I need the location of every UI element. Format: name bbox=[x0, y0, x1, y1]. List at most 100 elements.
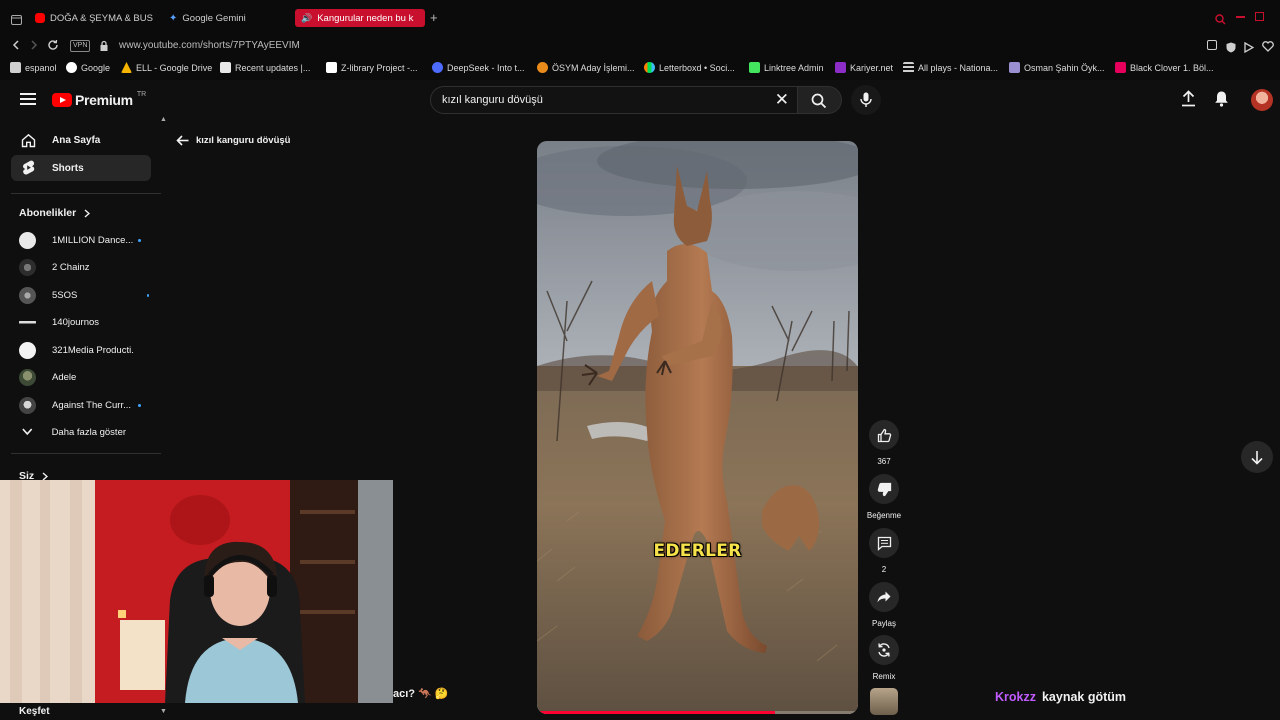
tab-google-gemini[interactable]: ✦ Google Gemini bbox=[169, 9, 279, 27]
dislike-button[interactable] bbox=[869, 474, 899, 504]
chat-text: kaynak götüm bbox=[1041, 690, 1127, 704]
sidebar-item-shorts[interactable]: Shorts bbox=[11, 155, 151, 181]
maximize-icon[interactable] bbox=[1255, 12, 1264, 21]
bookmark-kariyer[interactable]: Kariyer.net bbox=[835, 62, 893, 73]
bookmark-google-drive[interactable]: ELL - Google Drive bbox=[121, 62, 212, 73]
sidebar-item-home[interactable]: Ana Sayfa bbox=[11, 127, 151, 153]
like-count: 367 bbox=[877, 457, 891, 466]
subscriptions-label: Abonelikler bbox=[19, 207, 77, 219]
clear-search-icon[interactable]: ✕ bbox=[775, 90, 789, 110]
show-more-button[interactable]: Daha fazla göster bbox=[19, 421, 149, 443]
subscription-against-the-current[interactable]: Against The Curr... bbox=[19, 394, 149, 416]
dislike-action[interactable]: Beğenme bbox=[866, 474, 902, 520]
bookmark-label: DeepSeek - Into t... bbox=[447, 62, 525, 73]
sidebar-divider bbox=[11, 193, 161, 194]
voice-search-button[interactable] bbox=[851, 85, 881, 115]
channel-avatar bbox=[19, 286, 36, 304]
thumbs-down-icon bbox=[877, 482, 891, 496]
reload-icon[interactable] bbox=[47, 39, 59, 54]
list-icon bbox=[903, 62, 914, 73]
subscription-5sos[interactable]: 5SOS bbox=[19, 284, 149, 306]
remix-action[interactable]: Remix bbox=[866, 635, 902, 681]
bookmark-label: espanol bbox=[25, 62, 57, 73]
google-icon bbox=[66, 62, 77, 73]
chevron-down-icon bbox=[22, 428, 33, 436]
youtube-play-icon bbox=[52, 93, 72, 107]
back-to-search-link[interactable]: kızıl kanguru dövüşü bbox=[176, 135, 291, 146]
bookmark-osman-sahin[interactable]: Osman Şahin Öyk... bbox=[1009, 62, 1105, 73]
account-avatar[interactable] bbox=[1251, 89, 1273, 111]
search-tabs-icon[interactable] bbox=[1215, 12, 1226, 30]
subscription-adele[interactable]: Adele bbox=[19, 366, 149, 388]
bookmark-espanol[interactable]: espanol bbox=[10, 62, 57, 73]
lock-icon[interactable] bbox=[99, 39, 109, 57]
sound-source-thumbnail[interactable] bbox=[870, 688, 898, 715]
arrow-down-icon bbox=[1251, 450, 1263, 465]
bookmark-zlibrary[interactable]: Z-library Project -... bbox=[326, 62, 418, 73]
sidebar-item-label: Shorts bbox=[52, 162, 84, 174]
osym-icon bbox=[537, 62, 548, 73]
remix-button[interactable] bbox=[869, 635, 899, 665]
book-icon bbox=[1009, 62, 1020, 73]
like-action[interactable]: 367 bbox=[866, 420, 902, 466]
screenshot-icon[interactable] bbox=[1207, 40, 1217, 50]
notifications-icon[interactable] bbox=[1214, 90, 1229, 112]
subscription-2-chainz[interactable]: 2 Chainz bbox=[19, 256, 149, 278]
scroll-up-icon[interactable]: ▲ bbox=[160, 116, 167, 123]
heart-icon[interactable] bbox=[1262, 39, 1274, 57]
vpn-badge[interactable]: VPN bbox=[70, 40, 91, 52]
share-button[interactable] bbox=[869, 582, 899, 612]
share-icon bbox=[877, 591, 891, 603]
new-tab-button[interactable]: + bbox=[430, 10, 438, 25]
channel-avatar bbox=[19, 396, 36, 414]
sidebar-item-label: Ana Sayfa bbox=[52, 134, 101, 146]
share-action[interactable]: Paylaş bbox=[866, 582, 902, 628]
subscription-321media[interactable]: 321Media Producti... bbox=[19, 339, 149, 361]
tab-doga-seyma-buse[interactable]: DOĞA & ŞEYMA & BUSE & bbox=[35, 9, 153, 27]
comment-button[interactable] bbox=[869, 528, 899, 558]
url-field[interactable]: www.youtube.com/shorts/7PTYAyEEVIM bbox=[119, 40, 300, 51]
chat-username: Krokzz bbox=[995, 690, 1036, 704]
chevron-right-icon bbox=[84, 208, 91, 218]
bookmark-all-plays[interactable]: All plays - Nationa... bbox=[903, 62, 998, 73]
short-video-player[interactable]: EDERLER bbox=[537, 141, 858, 714]
subscriptions-header[interactable]: Abonelikler bbox=[19, 207, 91, 219]
like-button[interactable] bbox=[869, 420, 899, 450]
search-input[interactable]: kızıl kanguru dövüşü ✕ bbox=[430, 86, 798, 114]
kariyer-icon bbox=[835, 62, 846, 73]
forward-icon[interactable] bbox=[29, 39, 39, 54]
doc-icon bbox=[220, 62, 231, 73]
deepseek-icon bbox=[432, 62, 443, 73]
comment-action[interactable]: 2 bbox=[866, 528, 902, 574]
tab-kangurular[interactable]: 🔊 Kangurular neden bu k bbox=[295, 9, 425, 27]
bookmark-recent-updates[interactable]: Recent updates |... bbox=[220, 62, 310, 73]
minimize-icon[interactable] bbox=[1236, 16, 1245, 18]
bookmark-osym[interactable]: ÖSYM Aday İşlemi... bbox=[537, 62, 635, 73]
comment-count: 2 bbox=[881, 565, 887, 574]
bookmark-linktree[interactable]: Linktree Admin bbox=[749, 62, 824, 73]
sidebar-explore-header[interactable]: Keşfet ▼ bbox=[0, 703, 167, 720]
webcam-overlay bbox=[0, 480, 393, 703]
bookmark-letterboxd[interactable]: Letterboxd • Soci... bbox=[644, 62, 735, 73]
bookmark-deepseek[interactable]: DeepSeek - Into t... bbox=[432, 62, 525, 73]
search-button[interactable] bbox=[798, 86, 842, 114]
scroll-down-icon[interactable]: ▼ bbox=[160, 708, 167, 715]
upload-icon[interactable] bbox=[1181, 90, 1196, 112]
stream-chat-message: Krokzz kaynak götüm bbox=[995, 690, 1126, 704]
youtube-icon bbox=[35, 13, 45, 23]
bookmark-google[interactable]: Google bbox=[66, 62, 110, 73]
remix-label: Remix bbox=[872, 672, 896, 681]
bookmark-label: Z-library Project -... bbox=[341, 62, 418, 73]
sidebar-divider bbox=[11, 453, 161, 454]
subscription-1million-dance[interactable]: 1MILLION Dance... bbox=[19, 229, 149, 251]
bookmark-black-clover[interactable]: Black Clover 1. Böl... bbox=[1115, 62, 1214, 73]
back-icon[interactable] bbox=[11, 39, 21, 54]
next-short-button[interactable] bbox=[1241, 441, 1273, 473]
zlibrary-icon bbox=[326, 62, 337, 73]
youtube-premium-logo[interactable]: Premium TR bbox=[52, 90, 147, 108]
tab-overview-icon[interactable] bbox=[11, 12, 22, 30]
menu-icon[interactable] bbox=[20, 93, 36, 105]
logo-region: TR bbox=[136, 90, 147, 98]
subscription-140journos[interactable]: 140journos bbox=[19, 311, 149, 333]
video-progress-bar[interactable] bbox=[537, 711, 858, 714]
